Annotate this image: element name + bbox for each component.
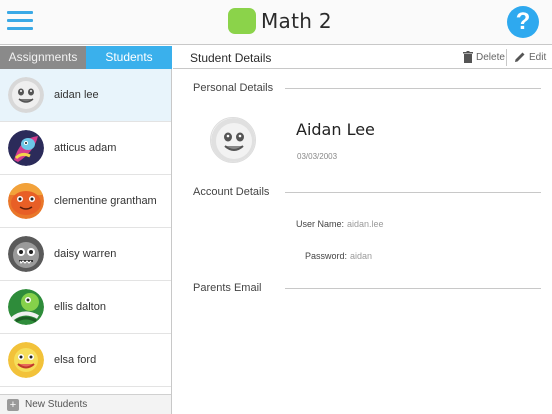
password-label: Password: — [305, 251, 348, 261]
delete-label: Delete — [476, 51, 505, 63]
student-sidebar: aidan lee atticus adam clementine granth… — [0, 69, 172, 414]
student-name: aidan lee — [54, 89, 99, 101]
student-list-item[interactable]: clementine grantham — [0, 175, 171, 228]
hamburger-menu-icon[interactable] — [7, 11, 33, 31]
class-title[interactable]: Math 2 — [261, 9, 332, 33]
student-avatar — [8, 342, 44, 378]
student-list-item[interactable]: atticus adam — [0, 122, 171, 175]
student-name: elsa ford — [54, 354, 97, 366]
edit-button[interactable]: Edit — [514, 51, 546, 63]
password-value: aidan — [350, 251, 373, 261]
student-list-item[interactable]: aidan lee — [0, 69, 171, 122]
class-color-badge — [228, 8, 256, 34]
pencil-icon — [515, 52, 525, 62]
username-row: User Name: aidan.lee — [296, 219, 384, 229]
student-name: ellis dalton — [54, 301, 106, 313]
student-birthdate: 03/03/2003 — [297, 152, 338, 161]
top-bar: Math 2 ? — [0, 0, 552, 45]
username-label: User Name: — [296, 219, 345, 229]
trash-icon — [463, 51, 473, 63]
student-name: clementine grantham — [54, 195, 157, 207]
help-icon[interactable]: ? — [507, 6, 539, 38]
edit-label: Edit — [529, 51, 547, 63]
section-divider — [285, 288, 541, 289]
plus-icon: + — [7, 399, 19, 411]
parents-email-heading: Parents Email — [193, 282, 262, 294]
tab-assignments[interactable]: Assignments — [0, 46, 86, 69]
new-students-button[interactable]: + New Students — [0, 394, 171, 414]
username-value: aidan.lee — [347, 219, 384, 229]
student-avatar — [8, 183, 44, 219]
delete-button[interactable]: Delete — [463, 51, 505, 63]
student-avatar — [8, 130, 44, 166]
toolbar-divider — [506, 49, 507, 66]
student-list: aidan lee atticus adam clementine granth… — [0, 69, 171, 387]
personal-details-heading: Personal Details — [193, 82, 274, 94]
student-full-name: Aidan Lee — [296, 120, 375, 139]
sidebar-tabs: Assignments Students — [0, 46, 172, 69]
student-avatar — [8, 77, 44, 113]
profile-avatar — [210, 117, 256, 163]
student-name: atticus adam — [54, 142, 117, 154]
detail-toolbar: Student Details Delete Edit — [173, 46, 552, 69]
section-divider — [285, 88, 541, 89]
section-divider — [285, 192, 541, 193]
student-list-item[interactable]: elsa ford — [0, 334, 171, 387]
student-avatar — [8, 236, 44, 272]
student-list-item[interactable]: daisy warren — [0, 228, 171, 281]
student-name: daisy warren — [54, 248, 117, 260]
student-avatar — [8, 289, 44, 325]
tab-students[interactable]: Students — [86, 46, 172, 69]
detail-title: Student Details — [190, 51, 272, 65]
password-row: Password: aidan — [305, 251, 372, 261]
account-details-heading: Account Details — [193, 186, 270, 198]
new-students-label: New Students — [25, 399, 88, 410]
student-list-item[interactable]: ellis dalton — [0, 281, 171, 334]
